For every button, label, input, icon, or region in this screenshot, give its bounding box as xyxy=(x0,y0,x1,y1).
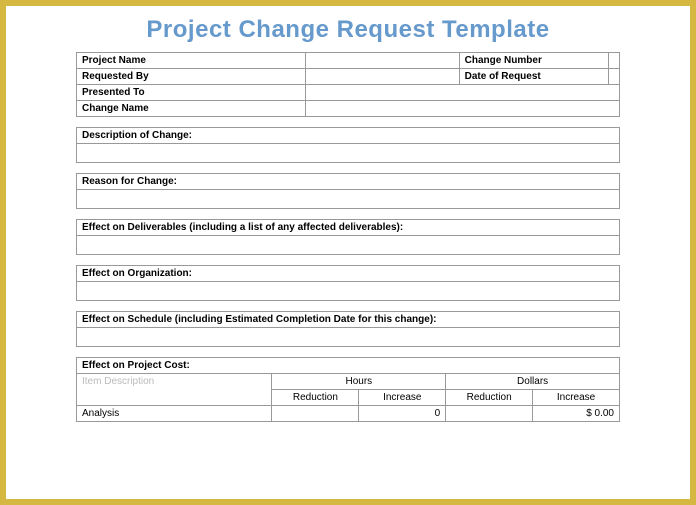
analysis-hours-increase[interactable]: 0 xyxy=(359,406,446,422)
dollars-increase-header: Increase xyxy=(533,390,620,406)
schedule-section: Effect on Schedule (including Estimated … xyxy=(76,311,620,347)
hours-reduction-header: Reduction xyxy=(272,390,359,406)
project-name-value[interactable] xyxy=(305,53,459,69)
page-title: Project Change Request Template xyxy=(76,16,620,44)
reason-body[interactable] xyxy=(77,190,619,208)
change-number-label: Change Number xyxy=(459,53,608,69)
dollars-header: Dollars xyxy=(446,374,620,390)
organization-header: Effect on Organization: xyxy=(77,266,619,282)
description-body[interactable] xyxy=(77,144,619,162)
requested-by-label: Requested By xyxy=(77,69,306,85)
change-name-value[interactable] xyxy=(305,101,619,117)
description-section: Description of Change: xyxy=(76,127,620,163)
item-description-header: Item Description xyxy=(77,374,272,406)
hours-header: Hours xyxy=(272,374,446,390)
requested-by-value[interactable] xyxy=(305,69,459,85)
presented-to-label: Presented To xyxy=(77,85,306,101)
cost-header: Effect on Project Cost: xyxy=(77,358,620,374)
analysis-dollars-reduction[interactable] xyxy=(446,406,533,422)
organization-body[interactable] xyxy=(77,282,619,300)
schedule-body[interactable] xyxy=(77,328,619,346)
date-of-request-label: Date of Request xyxy=(459,69,608,85)
date-of-request-value[interactable] xyxy=(608,69,619,85)
analysis-dollars-increase[interactable]: $ 0.00 xyxy=(533,406,620,422)
schedule-header: Effect on Schedule (including Estimated … xyxy=(77,312,619,328)
document-frame: Project Change Request Template Project … xyxy=(0,0,696,505)
item-description-text: Item Description xyxy=(82,376,154,387)
info-table: Project Name Change Number Requested By … xyxy=(76,52,620,117)
change-number-value[interactable] xyxy=(608,53,619,69)
hours-increase-header: Increase xyxy=(359,390,446,406)
reason-section: Reason for Change: xyxy=(76,173,620,209)
deliverables-section: Effect on Deliverables (including a list… xyxy=(76,219,620,255)
reason-header: Reason for Change: xyxy=(77,174,619,190)
deliverables-header: Effect on Deliverables (including a list… xyxy=(77,220,619,236)
analysis-hours-reduction[interactable] xyxy=(272,406,359,422)
deliverables-body[interactable] xyxy=(77,236,619,254)
presented-to-value[interactable] xyxy=(305,85,619,101)
organization-section: Effect on Organization: xyxy=(76,265,620,301)
analysis-label: Analysis xyxy=(77,406,272,422)
cost-table: Effect on Project Cost: Item Description… xyxy=(76,357,620,422)
description-header: Description of Change: xyxy=(77,128,619,144)
project-name-label: Project Name xyxy=(77,53,306,69)
change-name-label: Change Name xyxy=(77,101,306,117)
content-area: Project Change Request Template Project … xyxy=(6,6,690,422)
dollars-reduction-header: Reduction xyxy=(446,390,533,406)
